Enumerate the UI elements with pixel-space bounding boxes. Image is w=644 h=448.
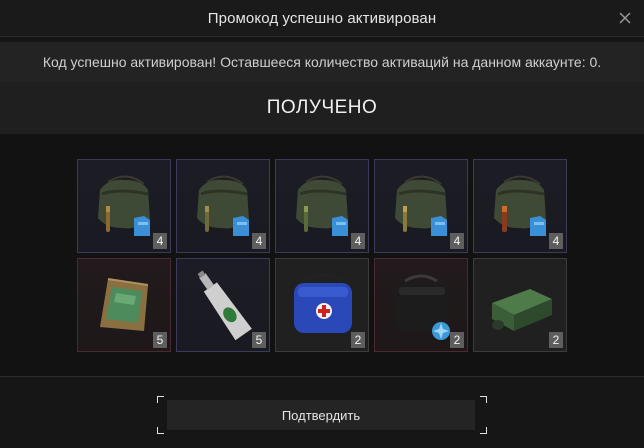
quantity-badge: 4 [351,233,365,249]
confirm-button-frame: Подтвердить [157,396,487,434]
quantity-badge: 4 [450,233,464,249]
corner-bracket [157,396,164,403]
activation-message: Код успешно активирован! Оставшееся коли… [0,42,644,82]
quantity-badge: 4 [252,233,266,249]
reward-slot[interactable]: 4 [77,159,171,253]
quantity-badge: 5 [252,332,266,348]
reward-slot[interactable]: 5 [77,258,171,352]
confirm-button-label: Подтвердить [281,407,361,423]
quantity-badge: 5 [153,332,167,348]
footer: Подтвердить [0,377,644,448]
reward-slot[interactable]: 4 [275,159,369,253]
reward-slot[interactable]: 2 [275,258,369,352]
promo-dialog: Промокод успешно активирован Код успешно… [0,0,644,448]
reward-slot[interactable]: 5 [176,258,270,352]
quantity-badge: 4 [153,233,167,249]
quantity-badge: 2 [351,332,365,348]
corner-bracket [157,427,164,434]
corner-bracket [480,427,487,434]
quantity-badge: 2 [450,332,464,348]
close-icon[interactable] [616,9,634,27]
reward-slot[interactable]: 4 [176,159,270,253]
dialog-title: Промокод успешно активирован [207,9,437,27]
confirm-button[interactable]: Подтвердить [167,400,475,430]
reward-slot[interactable]: 2 [374,258,468,352]
reward-slot[interactable]: 4 [473,159,567,253]
reward-slot[interactable]: 2 [473,258,567,352]
received-heading: ПОЛУЧЕНО [266,97,378,118]
received-header: ПОЛУЧЕНО [0,82,644,134]
activation-message-text: Код успешно активирован! Оставшееся коли… [42,54,602,70]
reward-slot[interactable]: 4 [374,159,468,253]
rewards-grid: 4 4 4 4 4 5 5 2 2 2 [77,159,567,352]
rewards-area: 4 4 4 4 4 5 5 2 2 2 [0,134,644,376]
title-bar: Промокод успешно активирован [0,0,644,37]
quantity-badge: 2 [549,332,563,348]
corner-bracket [480,396,487,403]
quantity-badge: 4 [549,233,563,249]
